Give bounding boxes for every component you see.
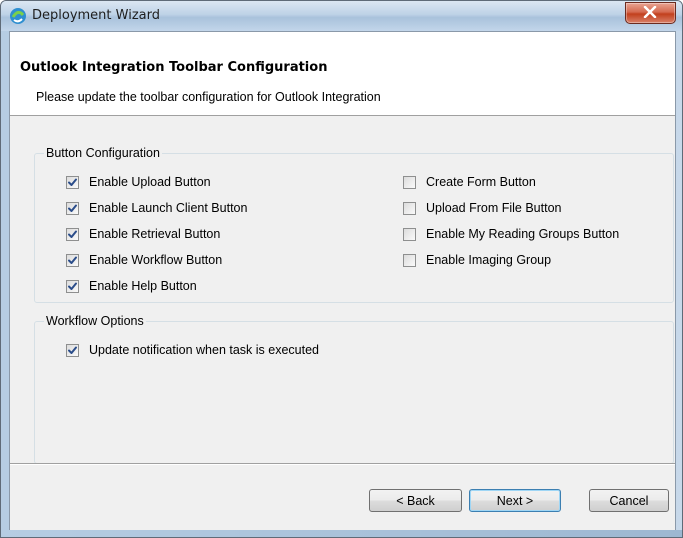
checkbox-box[interactable] xyxy=(66,201,79,215)
checkmark-icon xyxy=(68,178,77,186)
checkbox-label: Enable My Reading Groups Button xyxy=(426,227,620,241)
right-option-checkbox-3[interactable]: Enable Imaging Group xyxy=(403,253,551,267)
footer-divider xyxy=(10,463,675,465)
checkbox-label: Enable Retrieval Button xyxy=(89,227,221,241)
checkmark-icon xyxy=(68,282,77,290)
next-button[interactable]: Next > xyxy=(469,489,561,512)
left-option-checkbox-1[interactable]: Enable Launch Client Button xyxy=(66,201,247,215)
left-option-checkbox-4[interactable]: Enable Help Button xyxy=(66,279,197,293)
checkmark-icon xyxy=(68,204,77,212)
checkbox-label: Upload From File Button xyxy=(426,201,562,215)
checkbox-label: Enable Upload Button xyxy=(89,175,211,189)
right-option-checkbox-0[interactable]: Create Form Button xyxy=(403,175,536,189)
wizard-header: Outlook Integration Toolbar Configuratio… xyxy=(10,32,675,116)
checkmark-icon xyxy=(68,346,77,354)
workflow-option-checkbox-0[interactable]: Update notification when task is execute… xyxy=(66,343,319,357)
checkbox-box[interactable] xyxy=(403,227,416,241)
checkbox-box[interactable] xyxy=(403,253,416,267)
checkmark-icon xyxy=(68,230,77,238)
left-option-checkbox-3[interactable]: Enable Workflow Button xyxy=(66,253,222,267)
checkbox-box[interactable] xyxy=(66,175,79,189)
window-bottom-frame xyxy=(1,530,682,537)
checkbox-label: Enable Launch Client Button xyxy=(89,201,248,215)
title-bar[interactable]: Deployment Wizard xyxy=(1,1,682,31)
left-option-checkbox-0[interactable]: Enable Upload Button xyxy=(66,175,211,189)
checkbox-box[interactable] xyxy=(66,343,79,357)
button-configuration-label: Button Configuration xyxy=(44,146,162,160)
checkbox-label: Create Form Button xyxy=(426,175,536,189)
window-title: Deployment Wizard xyxy=(32,8,160,23)
deployment-wizard-window: Deployment Wizard Outlook Integration To… xyxy=(0,0,683,538)
left-option-checkbox-2[interactable]: Enable Retrieval Button xyxy=(66,227,220,241)
back-button[interactable]: < Back xyxy=(369,489,462,512)
page-subtitle: Please update the toolbar configuration … xyxy=(36,90,381,104)
page-title: Outlook Integration Toolbar Configuratio… xyxy=(20,60,328,75)
checkbox-box[interactable] xyxy=(66,253,79,267)
right-option-checkbox-2[interactable]: Enable My Reading Groups Button xyxy=(403,227,619,241)
right-option-checkbox-1[interactable]: Upload From File Button xyxy=(403,201,561,215)
checkbox-label: Enable Help Button xyxy=(89,279,197,293)
wizard-client-area: Outlook Integration Toolbar Configuratio… xyxy=(9,31,676,531)
checkbox-label: Enable Workflow Button xyxy=(89,253,223,267)
checkbox-label: Enable Imaging Group xyxy=(426,253,552,267)
checkbox-label: Update notification when task is execute… xyxy=(89,343,319,357)
workflow-options-label: Workflow Options xyxy=(44,314,146,328)
close-button[interactable] xyxy=(625,2,676,24)
checkbox-box[interactable] xyxy=(403,175,416,189)
close-icon xyxy=(643,6,657,18)
checkbox-box[interactable] xyxy=(403,201,416,215)
checkmark-icon xyxy=(68,256,77,264)
checkbox-box[interactable] xyxy=(66,227,79,241)
deployment-wizard-icon xyxy=(10,8,26,24)
cancel-button[interactable]: Cancel xyxy=(589,489,669,512)
checkbox-box[interactable] xyxy=(66,279,79,293)
